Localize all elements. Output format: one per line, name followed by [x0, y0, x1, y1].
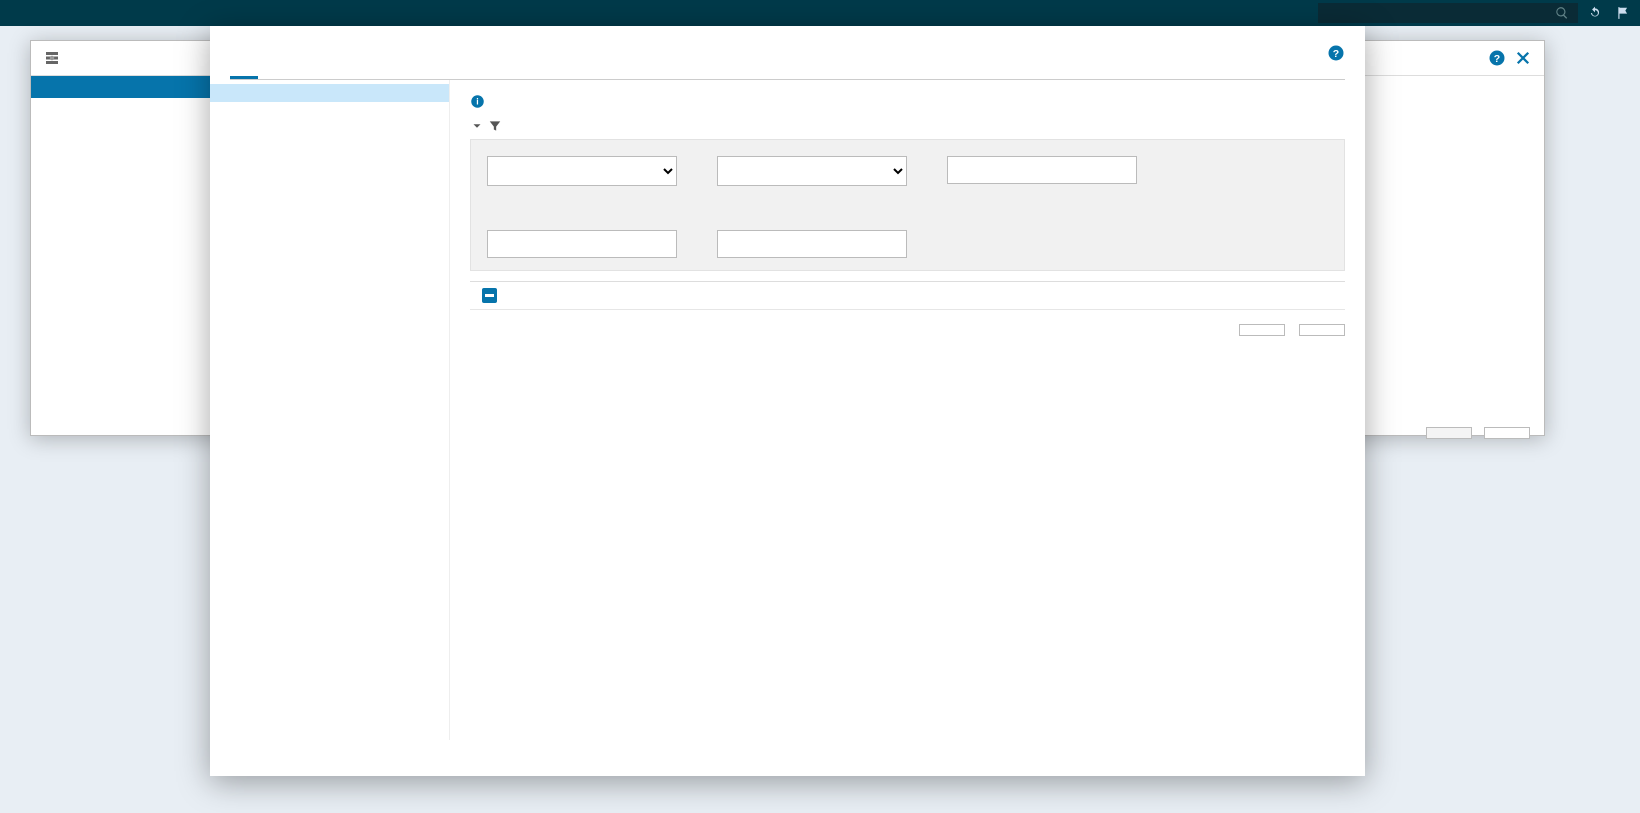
help-icon[interactable]: ? [1488, 49, 1506, 67]
devices-table [470, 281, 1345, 310]
search-icon [1555, 6, 1569, 20]
wizard-step-target[interactable] [31, 76, 210, 98]
global-search-input[interactable] [1318, 3, 1578, 23]
device-tabs [230, 56, 1345, 80]
chevron-down-icon[interactable] [470, 119, 484, 133]
flag-badge[interactable] [1616, 6, 1634, 20]
refresh-badge[interactable] [1588, 6, 1606, 20]
tree-item-server[interactable] [210, 102, 449, 120]
wizard-step-bootiso[interactable] [31, 98, 210, 120]
wizard-step-target-attr[interactable] [31, 142, 210, 164]
wizard-step-counter [31, 276, 210, 298]
filter-ip-input[interactable] [487, 230, 677, 258]
wizard-steps [31, 76, 211, 431]
deploy-icon [43, 49, 61, 67]
filter-model-select[interactable] [717, 156, 907, 186]
select-devices-modal: ? i [210, 26, 1365, 776]
svg-text:?: ? [1494, 53, 1500, 65]
tab-all-devices[interactable] [230, 56, 258, 79]
finish-button[interactable] [1239, 324, 1285, 336]
filter-health-select[interactable] [487, 156, 677, 186]
wizard-step-schedule[interactable] [31, 164, 210, 186]
tree-item-chassis[interactable] [210, 84, 449, 102]
wizard-step-idrac-ip[interactable] [31, 120, 210, 142]
filter-servicetag-input[interactable] [717, 230, 907, 258]
filter-panel [470, 139, 1345, 271]
flag-icon [1616, 6, 1630, 20]
filter-name-input[interactable] [947, 156, 1137, 184]
select-all-checkbox[interactable] [482, 288, 497, 303]
refresh-icon [1588, 6, 1602, 20]
device-tree [210, 80, 450, 740]
help-icon[interactable]: ? [1327, 44, 1345, 62]
svg-text:?: ? [1333, 48, 1339, 60]
table-header [470, 282, 1345, 310]
close-icon[interactable] [1514, 49, 1532, 67]
cancel-button[interactable] [1484, 427, 1530, 439]
app-topbar [0, 0, 1640, 26]
info-icon: i [470, 94, 485, 109]
svg-text:i: i [476, 97, 478, 107]
filter-icon [488, 119, 502, 133]
tab-selected-devices[interactable] [258, 56, 286, 79]
inner-cancel-button[interactable] [1299, 324, 1345, 336]
next-button[interactable] [1426, 427, 1472, 439]
